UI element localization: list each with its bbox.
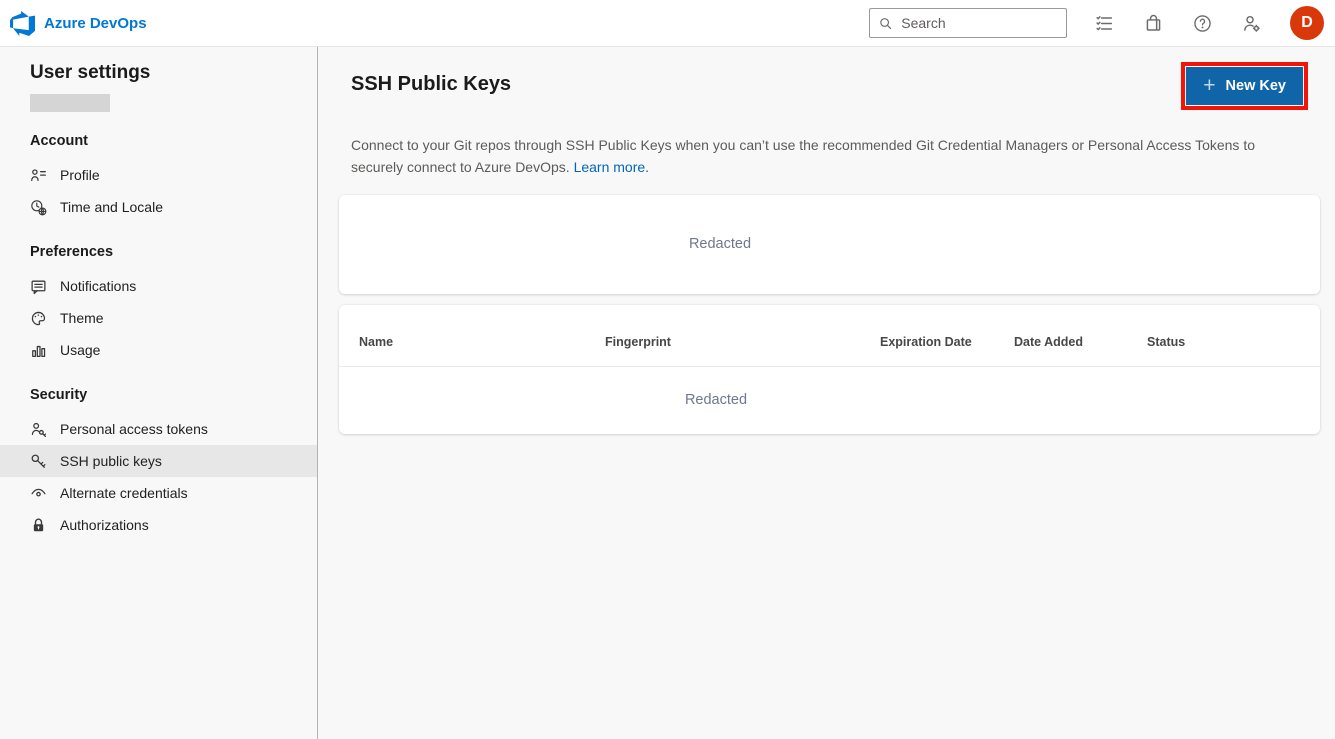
redacted-placeholder-block <box>30 94 110 112</box>
new-key-button-label: New Key <box>1226 78 1286 94</box>
authorizations-icon <box>30 517 47 534</box>
sidebar-item-personal-access-tokens[interactable]: Personal access tokens <box>0 413 317 445</box>
search-icon <box>879 16 892 31</box>
help-icon <box>1192 13 1213 34</box>
sidebar-item-time-and-locale[interactable]: Time and Locale <box>0 191 317 223</box>
user-settings-button[interactable] <box>1241 13 1262 34</box>
column-header-date-added: Date Added <box>1014 335 1147 349</box>
sidebar-item-profile[interactable]: Profile <box>0 159 317 191</box>
section-label-security: Security <box>30 387 317 403</box>
plus-icon: + <box>1203 75 1215 96</box>
table-header-row: Name Fingerprint Expiration Date Date Ad… <box>339 305 1320 367</box>
description-text: Connect to your Git repos through SSH Pu… <box>351 137 1255 175</box>
learn-more-link[interactable]: Learn more. <box>574 159 649 175</box>
personal-access-tokens-icon <box>30 421 47 438</box>
sidebar-item-label: Profile <box>60 167 100 183</box>
top-bar: Azure DevOps D <box>0 0 1335 47</box>
column-header-expiration-date: Expiration Date <box>880 335 1014 349</box>
keys-table-card: Name Fingerprint Expiration Date Date Ad… <box>339 305 1320 434</box>
sidebar-item-label: Alternate credentials <box>60 485 188 501</box>
sidebar-item-label: SSH public keys <box>60 453 162 469</box>
shopping-bag-icon <box>1143 13 1164 34</box>
azure-devops-logo-icon <box>10 11 35 36</box>
sidebar-item-label: Theme <box>60 310 104 326</box>
help-button[interactable] <box>1192 13 1213 34</box>
sidebar-item-authorizations[interactable]: Authorizations <box>0 509 317 541</box>
usage-icon <box>30 342 47 359</box>
column-header-status: Status <box>1147 335 1320 349</box>
avatar[interactable]: D <box>1290 6 1324 40</box>
sidebar-item-usage[interactable]: Usage <box>0 334 317 366</box>
sidebar-item-label: Personal access tokens <box>60 421 208 437</box>
sidebar-item-notifications[interactable]: Notifications <box>0 270 317 302</box>
task-list-button[interactable] <box>1094 13 1115 34</box>
marketplace-button[interactable] <box>1143 13 1164 34</box>
table-body: Redacted <box>339 367 1320 433</box>
column-header-fingerprint: Fingerprint <box>605 335 880 349</box>
alternate-credentials-icon <box>30 485 47 502</box>
sidebar: User settings Account Profile Time and L… <box>0 47 318 739</box>
sidebar-item-label: Notifications <box>60 278 136 294</box>
new-key-button[interactable]: + New Key <box>1186 67 1303 105</box>
section-label-account: Account <box>30 133 317 149</box>
redacted-card-text: Redacted <box>689 236 751 252</box>
ssh-public-keys-icon <box>30 453 47 470</box>
page-description: Connect to your Git repos through SSH Pu… <box>351 134 1293 179</box>
column-header-name: Name <box>359 335 605 349</box>
profile-icon <box>30 167 47 184</box>
section-label-preferences: Preferences <box>30 244 317 260</box>
sidebar-item-theme[interactable]: Theme <box>0 302 317 334</box>
page-title: SSH Public Keys <box>351 73 511 96</box>
sidebar-item-label: Authorizations <box>60 517 149 533</box>
sidebar-item-label: Usage <box>60 342 100 358</box>
task-list-icon <box>1094 13 1115 34</box>
main-content: SSH Public Keys + New Key Connect to you… <box>318 47 1335 739</box>
user-gear-icon <box>1241 13 1262 34</box>
redacted-table-text: Redacted <box>685 392 747 408</box>
theme-icon <box>30 310 47 327</box>
sidebar-item-label: Time and Locale <box>60 199 163 215</box>
search-input[interactable] <box>899 14 1057 32</box>
brand-label: Azure DevOps <box>44 15 147 32</box>
sidebar-item-alternate-credentials[interactable]: Alternate credentials <box>0 477 317 509</box>
notifications-icon <box>30 278 47 295</box>
brand[interactable]: Azure DevOps <box>10 11 147 36</box>
sidebar-item-ssh-public-keys[interactable]: SSH public keys <box>0 445 317 477</box>
sidebar-title: User settings <box>30 62 317 84</box>
search-box[interactable] <box>869 8 1067 38</box>
keys-card: Redacted <box>339 195 1320 294</box>
time-locale-icon <box>30 199 47 216</box>
annotation-highlight: + New Key <box>1181 62 1308 110</box>
